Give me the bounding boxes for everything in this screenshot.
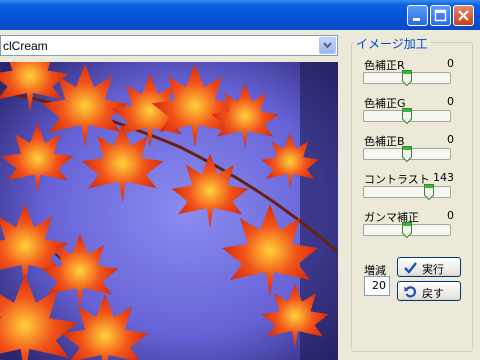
title-bar[interactable] (0, 0, 480, 30)
close-icon (458, 10, 469, 21)
maple-leaves-photo (0, 62, 338, 360)
slider-value: 143 (433, 171, 454, 184)
undo-button-label: 戻す (422, 287, 444, 300)
slider-value: 0 (447, 57, 454, 70)
slider-label: 色補正R (364, 59, 405, 72)
checkmark-icon (404, 262, 417, 274)
image-preview (0, 62, 338, 360)
slider-thumb[interactable] (423, 184, 434, 200)
close-button[interactable] (453, 5, 474, 26)
slider-value: 0 (447, 133, 454, 146)
slider-label: 色補正B (364, 135, 405, 148)
slider-value: 0 (447, 209, 454, 222)
slider-label: コントラスト (364, 173, 430, 186)
slider-track[interactable] (363, 186, 451, 198)
undo-icon (404, 286, 417, 298)
image-adjust-panel: イメージ加工 色補正R 0 色補正G 0 色補正B 0 コントラスト 143 ガンマ補正 0 増減… (340, 30, 480, 360)
combo-value: clCream (3, 39, 48, 53)
maximize-button[interactable] (430, 5, 451, 26)
slider-thumb[interactable] (402, 222, 412, 238)
run-button[interactable]: 実行 (397, 257, 461, 277)
minimize-icon (413, 18, 420, 21)
combo-dropdown-button[interactable] (319, 37, 336, 54)
step-input[interactable]: 20 (364, 276, 390, 296)
color-combo-box[interactable]: clCream (0, 35, 338, 56)
chevron-down-icon (323, 42, 332, 49)
slider-thumb[interactable] (402, 146, 412, 162)
slider-thumb[interactable] (402, 70, 412, 86)
slider-label: 色補正G (364, 97, 406, 110)
slider-thumb[interactable] (402, 108, 412, 124)
undo-button[interactable]: 戻す (397, 281, 461, 301)
maximize-icon (434, 9, 447, 22)
group-title: イメージ加工 (354, 35, 430, 52)
slider-value: 0 (447, 95, 454, 108)
minimize-button[interactable] (407, 5, 428, 26)
run-button-label: 実行 (422, 263, 444, 276)
